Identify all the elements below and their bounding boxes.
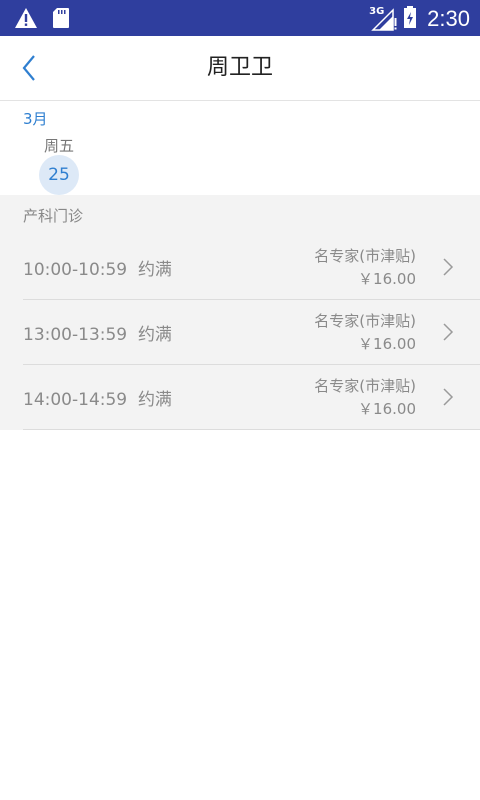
date-selector: 3月 周五 25 (0, 101, 480, 195)
time-slot-row[interactable]: 10:00-10:59 约满 名专家(市津贴) ￥16.00 (23, 235, 480, 300)
slot-status: 约满 (137, 260, 172, 280)
chevron-right-icon (443, 323, 454, 341)
selected-day[interactable]: 25 (39, 155, 79, 195)
time-slot-row[interactable]: 14:00-14:59 约满 名专家(市津贴) ￥16.00 (23, 365, 480, 430)
time-slot-row[interactable]: 13:00-13:59 约满 名专家(市津贴) ￥16.00 (23, 300, 480, 365)
battery-icon (403, 5, 417, 33)
slot-status: 约满 (137, 390, 172, 410)
status-bar: 3G 2:30 (0, 0, 480, 36)
chevron-right-icon (443, 388, 454, 406)
slot-price: ￥16.00 (358, 400, 416, 418)
status-time: 2:30 (427, 6, 470, 31)
chevron-right-icon (443, 258, 454, 276)
sd-card-icon (52, 7, 70, 33)
clinic-section: 产科门诊 10:00-10:59 约满 名专家(市津贴) ￥16.00 13:0… (0, 195, 480, 430)
slot-time: 10:00-10:59 约满 (23, 260, 172, 280)
app-header: 周卫卫 (0, 36, 480, 101)
slot-time: 14:00-14:59 约满 (23, 390, 172, 410)
month-label: 3月 (23, 110, 48, 128)
slot-time: 13:00-13:59 约满 (23, 325, 172, 345)
slot-price: ￥16.00 (358, 270, 416, 288)
signal-icon: 3G (369, 6, 397, 32)
slot-status: 约满 (137, 325, 172, 345)
weekday-label: 周五 (44, 137, 75, 155)
warning-icon (14, 7, 38, 33)
doctor-type: 名专家(市津贴) (314, 247, 416, 265)
doctor-type: 名专家(市津贴) (314, 312, 416, 330)
doctor-type: 名专家(市津贴) (314, 377, 416, 395)
page-title: 周卫卫 (206, 55, 273, 80)
slot-price: ￥16.00 (358, 335, 416, 353)
section-title: 产科门诊 (23, 207, 84, 225)
